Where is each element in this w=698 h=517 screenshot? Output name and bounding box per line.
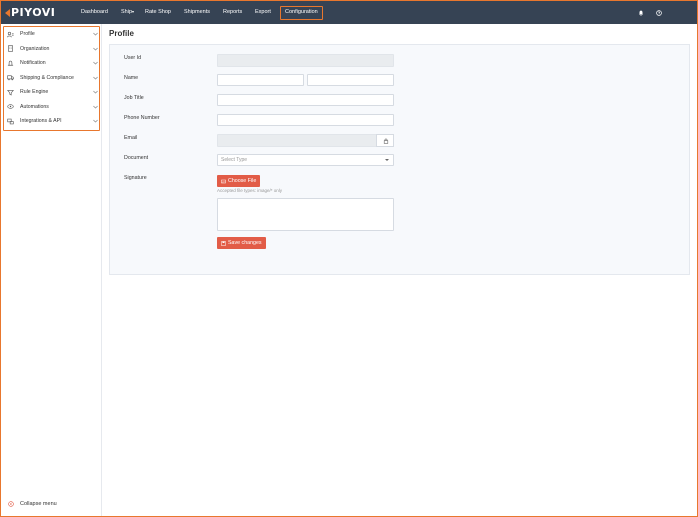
save-changes-label: Save changes	[228, 240, 262, 246]
signature-label: Signature	[124, 175, 147, 181]
save-icon	[221, 240, 226, 246]
lock-icon	[383, 138, 389, 144]
first-name-field[interactable]	[217, 74, 304, 86]
help-icon[interactable]	[656, 10, 662, 16]
collapse-menu-label: Collapse menu	[20, 501, 57, 507]
nav-ship[interactable]: Ship▾	[121, 9, 134, 15]
truck-icon	[7, 75, 14, 81]
nav-rate-shop[interactable]: Rate Shop	[145, 9, 171, 15]
sidebar-item-label: Shipping & Compliance	[20, 74, 74, 81]
chevron-down-icon	[93, 105, 98, 108]
notification-icon	[7, 60, 14, 66]
phone-number-label: Phone Number	[124, 115, 160, 121]
sidebar: Profile Organization Notification Shippi…	[1, 24, 102, 516]
sidebar-item-label: Integrations & API	[20, 118, 62, 124]
email-label: Email	[124, 135, 138, 141]
chevron-down-icon	[385, 159, 389, 161]
nav-shipments[interactable]: Shipments	[184, 9, 210, 15]
bell-icon[interactable]	[638, 10, 644, 16]
choose-file-button[interactable]: Choose File	[217, 175, 261, 187]
document-type-select[interactable]: Select Type	[217, 154, 394, 166]
file-types-hint: Accepted file types: image/* only	[217, 188, 283, 193]
collapse-menu-button[interactable]: Collapse menu	[8, 501, 57, 507]
nav-reports[interactable]: Reports	[223, 9, 242, 15]
sidebar-item-rule-engine[interactable]: Rule Engine	[7, 86, 98, 98]
chevron-down-icon	[93, 61, 98, 65]
sidebar-item-label: Notification	[20, 60, 46, 66]
job-title-label: Job Title	[124, 95, 144, 101]
filter-icon	[7, 89, 14, 95]
save-changes-button[interactable]: Save changes	[217, 237, 266, 249]
email-lock-button	[376, 134, 394, 147]
chevron-down-icon: ▾	[132, 9, 135, 14]
automation-icon	[7, 104, 14, 109]
nav-configuration[interactable]: Configuration	[280, 6, 323, 20]
sidebar-item-organization[interactable]: Organization	[7, 43, 98, 55]
document-label: Document	[124, 155, 149, 161]
nav-dashboard[interactable]: Dashboard	[81, 9, 108, 15]
integration-icon	[7, 118, 14, 124]
nav-ship-label: Ship	[121, 9, 133, 15]
user-id-label: User Id	[124, 55, 142, 61]
phone-number-field[interactable]	[217, 114, 394, 126]
sidebar-item-automations[interactable]: Automations	[7, 101, 98, 113]
sidebar-item-label: Profile	[20, 31, 35, 37]
nav-export[interactable]: Export	[255, 9, 271, 15]
chevron-down-icon	[93, 119, 98, 123]
chevron-down-icon	[93, 47, 98, 50]
sidebar-item-label: Rule Engine	[20, 89, 49, 95]
document-type-placeholder: Select Type	[221, 157, 248, 163]
signature-preview-area[interactable]	[217, 198, 394, 231]
sidebar-item-label: Organization	[20, 45, 50, 52]
sidebar-item-label: Automations	[20, 103, 49, 110]
logo-mark-icon	[5, 8, 10, 17]
profile-icon	[7, 31, 14, 37]
top-navbar: PIYOVI Dashboard Ship▾ Rate Shop Shipmen…	[1, 1, 697, 24]
last-name-field[interactable]	[307, 74, 394, 86]
sidebar-item-notification[interactable]: Notification	[7, 57, 98, 69]
sidebar-item-profile[interactable]: Profile	[7, 28, 98, 40]
choose-file-label: Choose File	[228, 178, 257, 184]
chevron-down-icon	[93, 90, 98, 94]
sidebar-menu: Profile Organization Notification Shippi…	[3, 26, 100, 131]
email-field[interactable]	[217, 134, 377, 147]
chevron-down-icon	[93, 32, 98, 36]
logo[interactable]: PIYOVI	[5, 6, 55, 19]
user-id-field[interactable]	[217, 54, 394, 67]
name-label: Name	[124, 75, 139, 81]
logo-text: PIYOVI	[11, 6, 56, 19]
profile-form-card	[109, 44, 690, 275]
image-icon	[221, 179, 226, 183]
collapse-icon	[8, 501, 14, 507]
sidebar-item-shipping-compliance[interactable]: Shipping & Compliance	[7, 72, 98, 84]
job-title-field[interactable]	[217, 94, 394, 106]
chevron-down-icon	[93, 76, 98, 79]
organization-icon	[8, 45, 13, 52]
sidebar-item-integrations-api[interactable]: Integrations & API	[7, 115, 98, 127]
page-title: Profile	[109, 29, 134, 38]
